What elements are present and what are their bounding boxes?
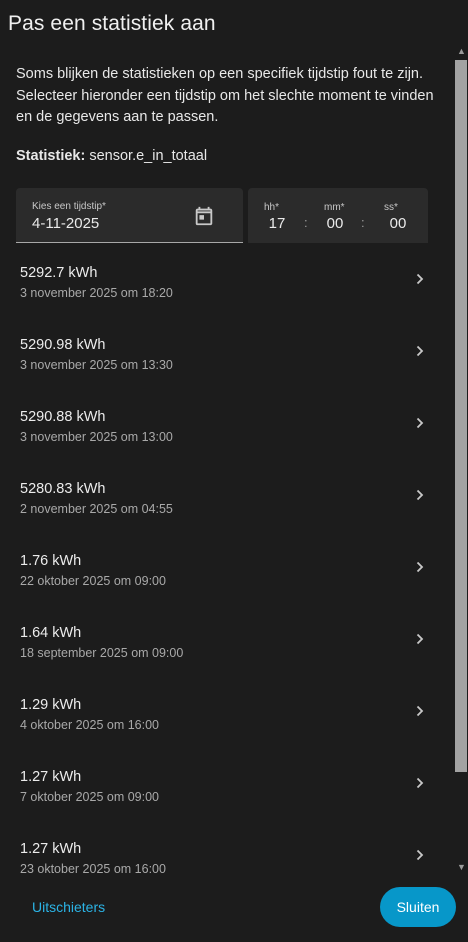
chevron-right-icon [416,561,424,573]
seconds-label: ss* [384,202,398,213]
entry-date: 7 oktober 2025 om 09:00 [20,790,159,804]
seconds-input[interactable]: 00 [384,215,412,232]
chevron-right-icon [416,417,424,429]
chevron-right-icon [416,633,424,645]
entry-date: 3 november 2025 om 18:20 [20,286,173,300]
list-item[interactable]: 1.29 kWh 4 oktober 2025 om 16:00 [0,682,454,754]
statistic-entries-list: 5292.7 kWh 3 november 2025 om 18:20 5290… [0,250,454,874]
list-item[interactable]: 1.76 kWh 22 oktober 2025 om 09:00 [0,538,454,610]
time-separator: : [304,215,308,230]
entry-value: 5292.7 kWh [20,265,98,281]
time-separator: : [361,215,365,230]
entry-date: 23 oktober 2025 om 16:00 [20,862,166,874]
chevron-right-icon [416,777,424,789]
dialog-content: Soms blijken de statistieken op een spec… [0,44,454,874]
adjust-statistic-dialog: Pas een statistiek aan Soms blijken de s… [0,0,468,942]
entry-date: 22 oktober 2025 om 09:00 [20,574,166,588]
list-item[interactable]: 5280.83 kWh 2 november 2025 om 04:55 [0,466,454,538]
hours-input[interactable]: 17 [263,215,291,232]
statistic-value: sensor.e_in_totaal [89,148,208,164]
dialog-description: Soms blijken de statistieken op een spec… [16,66,434,125]
entry-date: 2 november 2025 om 04:55 [20,502,173,516]
chevron-right-icon [416,345,424,357]
entry-value: 1.27 kWh [20,769,82,785]
list-item[interactable]: 1.27 kWh 7 oktober 2025 om 09:00 [0,754,454,826]
entry-date: 3 november 2025 om 13:00 [20,430,173,444]
minutes-input[interactable]: 00 [321,215,349,232]
entry-value: 1.29 kWh [20,697,82,713]
list-item[interactable]: 1.27 kWh 23 oktober 2025 om 16:00 [0,826,454,874]
chevron-right-icon [416,705,424,717]
entry-value: 5290.98 kWh [20,337,106,353]
entry-value: 1.27 kWh [20,841,82,857]
scroll-down-arrow-icon[interactable]: ▼ [457,862,466,872]
vertical-scrollbar[interactable]: ▲ ▼ [454,44,468,874]
minutes-label: mm* [324,202,345,213]
entry-value: 5290.88 kWh [20,409,106,425]
scroll-up-arrow-icon[interactable]: ▲ [457,46,466,56]
entry-value: 1.64 kWh [20,625,82,641]
dialog-title: Pas een statistiek aan [8,12,216,35]
list-item[interactable]: 5290.98 kWh 3 november 2025 om 13:30 [0,322,454,394]
entry-date: 3 november 2025 om 13:30 [20,358,173,372]
chevron-right-icon [416,489,424,501]
list-item[interactable]: 5290.88 kWh 3 november 2025 om 13:00 [0,394,454,466]
calendar-icon[interactable] [193,205,215,227]
hours-label: hh* [264,202,280,213]
entry-date: 18 september 2025 om 09:00 [20,646,184,660]
time-picker-field: hh* 17 : mm* 00 : ss* 00 [248,188,428,243]
entry-value: 1.76 kWh [20,553,82,569]
date-picker-value[interactable]: 4-11-2025 [32,215,99,232]
statistic-info: Statistiek: sensor.e_in_totaal [16,148,207,164]
chevron-right-icon [416,273,424,285]
outliers-link[interactable]: Uitschieters [32,899,105,915]
date-picker-field[interactable]: Kies een tijdstip* 4-11-2025 [16,188,243,243]
list-item[interactable]: 5292.7 kWh 3 november 2025 om 18:20 [0,250,454,322]
statistic-label: Statistiek: [16,148,86,164]
scrollbar-thumb[interactable] [455,60,467,772]
entry-value: 5280.83 kWh [20,481,106,497]
list-item[interactable]: 1.64 kWh 18 september 2025 om 09:00 [0,610,454,682]
date-picker-label: Kies een tijdstip* [32,201,106,212]
close-button[interactable]: Sluiten [380,887,456,927]
chevron-right-icon [416,849,424,861]
entry-date: 4 oktober 2025 om 16:00 [20,718,159,732]
